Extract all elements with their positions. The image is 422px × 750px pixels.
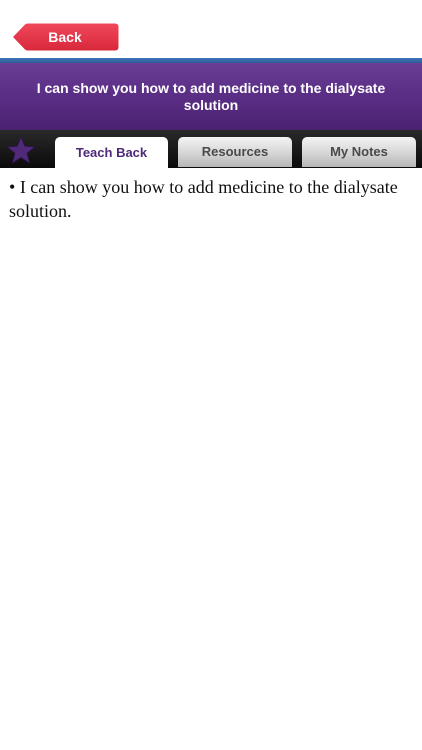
page-title: I can show you how to add medicine to th… <box>36 79 386 113</box>
star-icon[interactable] <box>6 136 36 164</box>
content-area: • I can show you how to add medicine to … <box>9 175 414 223</box>
tab-teach-back[interactable]: Teach Back <box>55 137 168 168</box>
back-button-label: Back <box>48 29 82 45</box>
back-button[interactable]: Back <box>12 23 119 51</box>
bullet: • <box>9 177 16 197</box>
page-header: I can show you how to add medicine to th… <box>0 63 422 130</box>
tab-bar: Teach Back Resources My Notes <box>0 130 422 168</box>
navigation-bar: Back <box>0 0 422 58</box>
tab-resources[interactable]: Resources <box>178 137 292 167</box>
list-item-text: I can show you how to add medicine to th… <box>9 177 398 221</box>
tab-my-notes[interactable]: My Notes <box>302 137 416 167</box>
list-item: • I can show you how to add medicine to … <box>9 175 414 223</box>
